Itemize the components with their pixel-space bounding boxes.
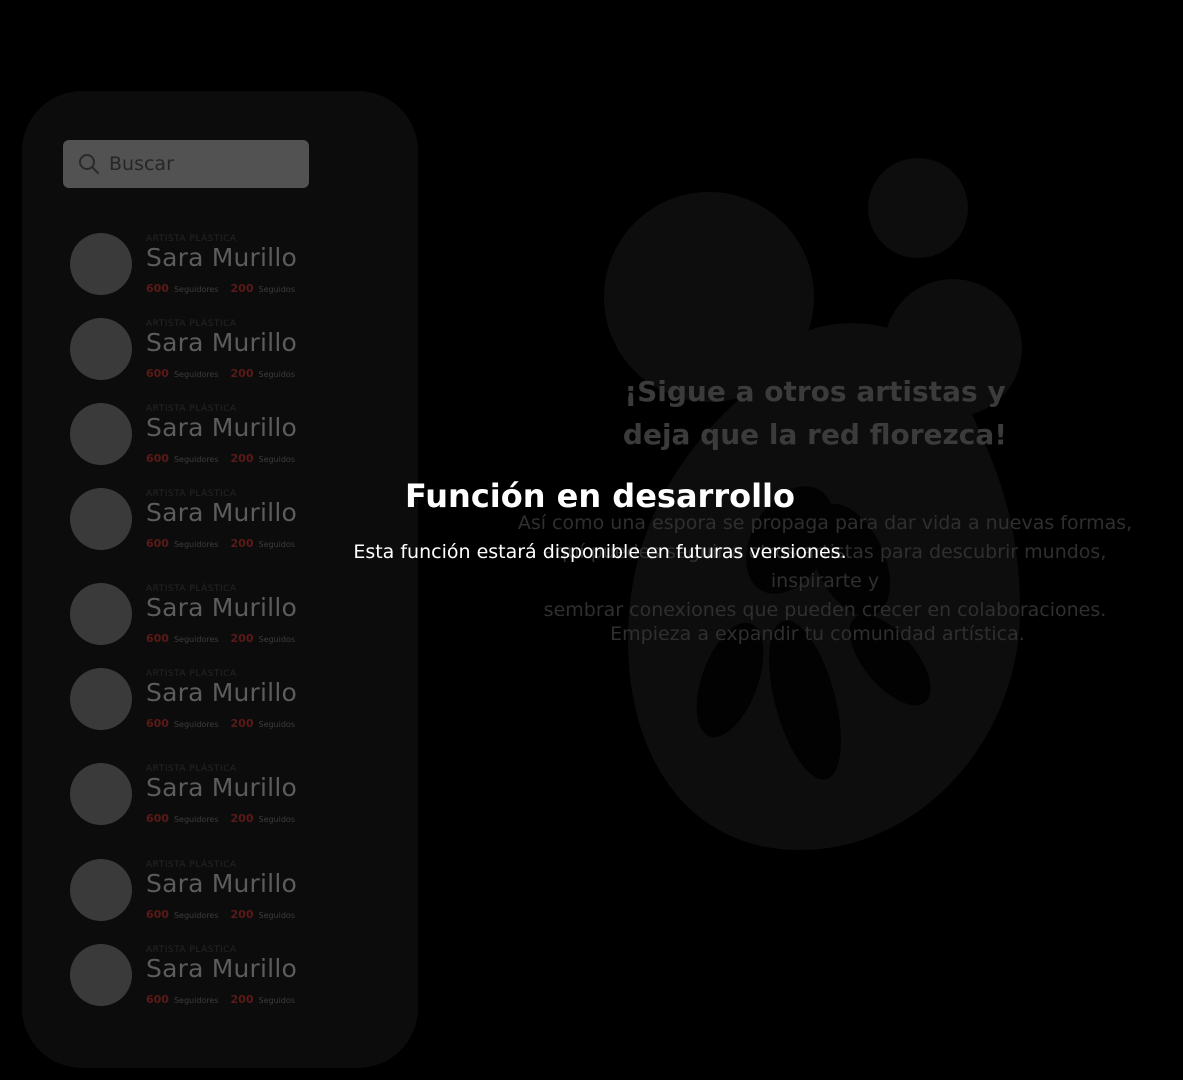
- user-stats: 600 Seguidores 200 Seguidos: [146, 277, 307, 296]
- avatar[interactable]: [70, 488, 132, 550]
- hero-title: ¡Sigue a otros artistas y deja que la re…: [580, 370, 1050, 456]
- followers-count: 600: [146, 908, 169, 921]
- hero-cta-text: Empieza a expandir tu comunidad artístic…: [610, 623, 1025, 645]
- followers-label: Seguidores: [173, 370, 219, 379]
- artist-search-panel: ARTISTA PLÁSTICASara Murillo600Seguidore…: [22, 91, 418, 1068]
- followers-count: 600: [146, 367, 169, 380]
- following-label: Seguidos: [258, 455, 295, 464]
- followers-count: 600: [146, 812, 169, 825]
- followers-label: Seguidores: [173, 996, 219, 1005]
- user-stats: 600 Seguidores 200 Seguidos: [146, 532, 307, 551]
- following-label: Seguidos: [258, 720, 295, 729]
- followers-count: 600: [146, 452, 169, 465]
- avatar[interactable]: [70, 668, 132, 730]
- page: ARTISTA PLÁSTICASara Murillo600Seguidore…: [0, 0, 1183, 1080]
- user-name[interactable]: Sara Murillo: [146, 954, 297, 983]
- user-name[interactable]: Sara Murillo: [146, 498, 297, 527]
- user-list-item[interactable]: ARTISTA PLÁSTICA Sara Murillo 600 Seguidore…: [70, 763, 330, 829]
- following-count: 200: [230, 537, 254, 550]
- avatar[interactable]: [70, 233, 132, 295]
- following-count: 200: [230, 282, 254, 295]
- followers-label: Seguidores: [173, 720, 219, 729]
- user-stats: 600 Seguidores 200 Seguidos: [146, 447, 307, 466]
- following-label: Seguidos: [258, 996, 295, 1005]
- followers-label: Seguidores: [173, 540, 219, 549]
- following-count: 200: [230, 367, 254, 380]
- user-list-item[interactable]: ARTISTA PLÁSTICA Sara Murillo 600 Seguidore…: [70, 403, 330, 469]
- following-label: Seguidos: [258, 370, 295, 379]
- avatar[interactable]: [70, 859, 132, 921]
- followers-label: Seguidores: [173, 911, 219, 920]
- following-label: Seguidos: [258, 911, 295, 920]
- user-stats: 600 Seguidores 200 Seguidos: [146, 903, 307, 922]
- followers-count: 600: [146, 717, 169, 730]
- hero-title-line: ¡Sigue a otros artistas y: [624, 375, 1006, 408]
- following-label: Seguidos: [258, 540, 295, 549]
- followers-label: Seguidores: [173, 455, 219, 464]
- user-name[interactable]: Sara Murillo: [146, 243, 297, 272]
- user-name[interactable]: Sara Murillo: [146, 773, 297, 802]
- followers-count: 600: [146, 537, 169, 550]
- user-name[interactable]: Sara Murillo: [146, 678, 297, 707]
- avatar[interactable]: [70, 763, 132, 825]
- followers-count: 600: [146, 282, 169, 295]
- avatar[interactable]: [70, 318, 132, 380]
- following-count: 200: [230, 812, 254, 825]
- user-name[interactable]: Sara Murillo: [146, 328, 297, 357]
- user-list-item[interactable]: ARTISTA PLÁSTICA Sara Murillo 600 Seguidore…: [70, 318, 330, 384]
- user-stats: 600 Seguidores 200 Seguidos: [146, 712, 307, 731]
- followers-count: 600: [146, 632, 169, 645]
- avatar[interactable]: [70, 583, 132, 645]
- following-count: 200: [230, 993, 254, 1006]
- user-stats: 600 Seguidores 200 Seguidos: [146, 988, 307, 1007]
- following-count: 200: [230, 452, 254, 465]
- user-list-item[interactable]: ARTISTA PLÁSTICA Sara Murillo 600 Seguidore…: [70, 583, 330, 649]
- followers-label: Seguidores: [173, 815, 219, 824]
- user-list-item[interactable]: ARTISTA PLÁSTICA Sara Murillo 600 Seguidore…: [70, 233, 330, 299]
- followers-label: Seguidores: [173, 285, 219, 294]
- user-stats: 600 Seguidores 200 Seguidos: [146, 362, 307, 381]
- notice-title: Función en desarrollo: [404, 477, 795, 515]
- user-list-item[interactable]: ARTISTA PLÁSTICA Sara Murillo 600 Seguidore…: [70, 668, 330, 734]
- hero-description-line: sembrar conexiones que pueden crecer en …: [543, 599, 1107, 621]
- notice-message: Esta función estará disponible en futura…: [353, 541, 847, 563]
- followers-count: 600: [146, 993, 169, 1006]
- user-stats: 600 Seguidores 200 Seguidos: [146, 807, 307, 826]
- user-list-item[interactable]: ARTISTA PLÁSTICA Sara Murillo 600 Seguidore…: [70, 944, 330, 1010]
- user-name[interactable]: Sara Murillo: [146, 593, 297, 622]
- following-label: Seguidos: [258, 285, 295, 294]
- followers-label: Seguidores: [173, 635, 219, 644]
- user-stats: 600 Seguidores 200 Seguidos: [146, 627, 307, 646]
- hero-description: Así como una espora se propaga para dar …: [505, 509, 1145, 625]
- avatar[interactable]: [70, 944, 132, 1006]
- following-label: Seguidos: [258, 815, 295, 824]
- avatar[interactable]: [70, 403, 132, 465]
- hero-title-line: deja que la red florezca!: [622, 418, 1008, 451]
- user-list-item[interactable]: ARTISTA PLÁSTICA Sara Murillo 600 Seguidore…: [70, 859, 330, 925]
- following-count: 200: [230, 717, 254, 730]
- following-label: Seguidos: [258, 635, 295, 644]
- following-count: 200: [230, 632, 254, 645]
- following-count: 200: [230, 908, 254, 921]
- user-list-item[interactable]: ARTISTA PLÁSTICA Sara Murillo 600 Seguidore…: [70, 488, 330, 554]
- user-name[interactable]: Sara Murillo: [146, 413, 297, 442]
- user-list: ARTISTA PLÁSTICA Sara Murillo 600 Seguidore…: [22, 91, 418, 1068]
- user-name[interactable]: Sara Murillo: [146, 869, 297, 898]
